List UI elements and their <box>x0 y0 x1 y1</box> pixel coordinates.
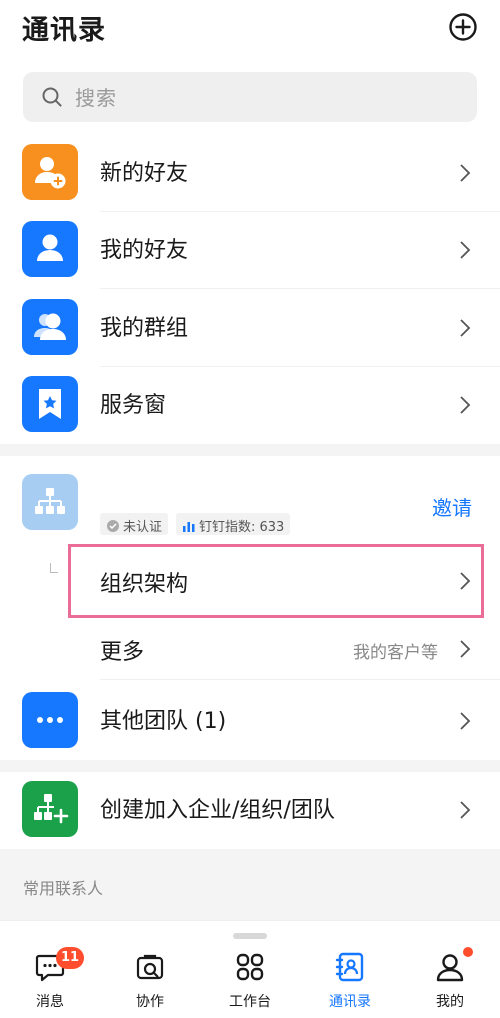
more-hint: 我的客户等 <box>353 643 438 663</box>
verify-badge-text: 未认证 <box>123 520 163 535</box>
verify-badge: 未认证 <box>100 513 169 535</box>
org-chart-icon <box>35 488 65 514</box>
person-icon <box>22 221 78 277</box>
org-structure-highlight <box>68 544 484 618</box>
index-badge-text: 钉钉指数: 633 <box>199 520 285 535</box>
create-org-row[interactable]: 创建加入企业/组织/团队 <box>0 771 500 849</box>
more-row[interactable] <box>100 618 500 678</box>
new-friends-row[interactable]: 新的好友 <box>0 134 500 212</box>
group-icon <box>22 299 78 355</box>
divider <box>100 679 500 680</box>
add-friend-icon <box>22 144 78 200</box>
unread-count-badge: 11 <box>56 947 85 969</box>
tab-contacts[interactable]: 通讯录 <box>310 951 390 1018</box>
chevron-right-icon <box>460 319 471 337</box>
my-groups-label: 我的群组 <box>100 316 189 341</box>
chevron-right-icon <box>460 712 471 730</box>
my-friends-row[interactable]: 我的好友 <box>0 211 500 289</box>
tree-connector <box>50 563 58 573</box>
frequent-contacts-header: 常用联系人 <box>23 879 104 898</box>
my-groups-row[interactable]: 我的群组 <box>0 289 500 367</box>
bar-chart-icon <box>183 522 195 532</box>
invite-link[interactable]: 邀请 <box>432 492 472 521</box>
tab-label: 工作台 <box>229 994 271 1010</box>
notification-dot <box>463 947 473 957</box>
person-outline-icon <box>436 954 464 982</box>
chevron-right-icon <box>460 241 471 259</box>
contacts-book-icon <box>335 952 364 982</box>
drag-handle[interactable] <box>233 933 267 939</box>
add-button[interactable] <box>448 12 478 42</box>
new-friends-label: 新的好友 <box>100 161 189 186</box>
tab-me[interactable]: 我的 <box>410 951 490 1018</box>
more-label: 更多 <box>100 640 145 665</box>
other-teams-row[interactable]: 其他团队 (1) <box>0 682 500 760</box>
chevron-right-icon <box>460 640 471 658</box>
service-window-label: 服务窗 <box>100 393 167 418</box>
tab-label: 通讯录 <box>329 994 371 1010</box>
collaboration-icon <box>136 954 164 980</box>
bookmark-star-icon <box>22 376 78 432</box>
my-friends-label: 我的好友 <box>100 238 189 263</box>
more-dots-icon <box>22 692 78 748</box>
tab-workbench[interactable]: 工作台 <box>210 951 290 1018</box>
index-badge[interactable]: 钉钉指数: 633 <box>176 513 291 535</box>
create-org-label: 创建加入企业/组织/团队 <box>100 798 335 823</box>
tab-label: 我的 <box>436 994 464 1010</box>
search-icon <box>42 87 62 107</box>
chevron-right-icon <box>460 801 471 819</box>
tab-collaboration[interactable]: 协作 <box>110 951 190 1018</box>
search-placeholder: 搜索 <box>75 86 117 110</box>
create-org-icon <box>22 781 78 837</box>
header: 通讯录 <box>0 0 500 58</box>
service-window-row[interactable]: 服务窗 <box>0 366 500 444</box>
tab-label: 消息 <box>36 994 64 1010</box>
page-title: 通讯录 <box>22 15 106 46</box>
check-circle-icon <box>107 520 119 532</box>
chevron-right-icon <box>460 396 471 414</box>
search-input[interactable]: 搜索 <box>23 72 477 122</box>
section-gap <box>0 444 500 456</box>
other-teams-label: 其他团队 (1) <box>100 709 227 734</box>
bottom-tab-bar: 消息 协作 工作台 通讯录 我的 <box>0 920 500 1018</box>
chevron-right-icon <box>460 164 471 182</box>
plus-circle-icon <box>449 13 477 41</box>
grid-icon <box>236 953 264 981</box>
tab-label: 协作 <box>136 994 164 1010</box>
org-logo[interactable] <box>22 474 78 530</box>
